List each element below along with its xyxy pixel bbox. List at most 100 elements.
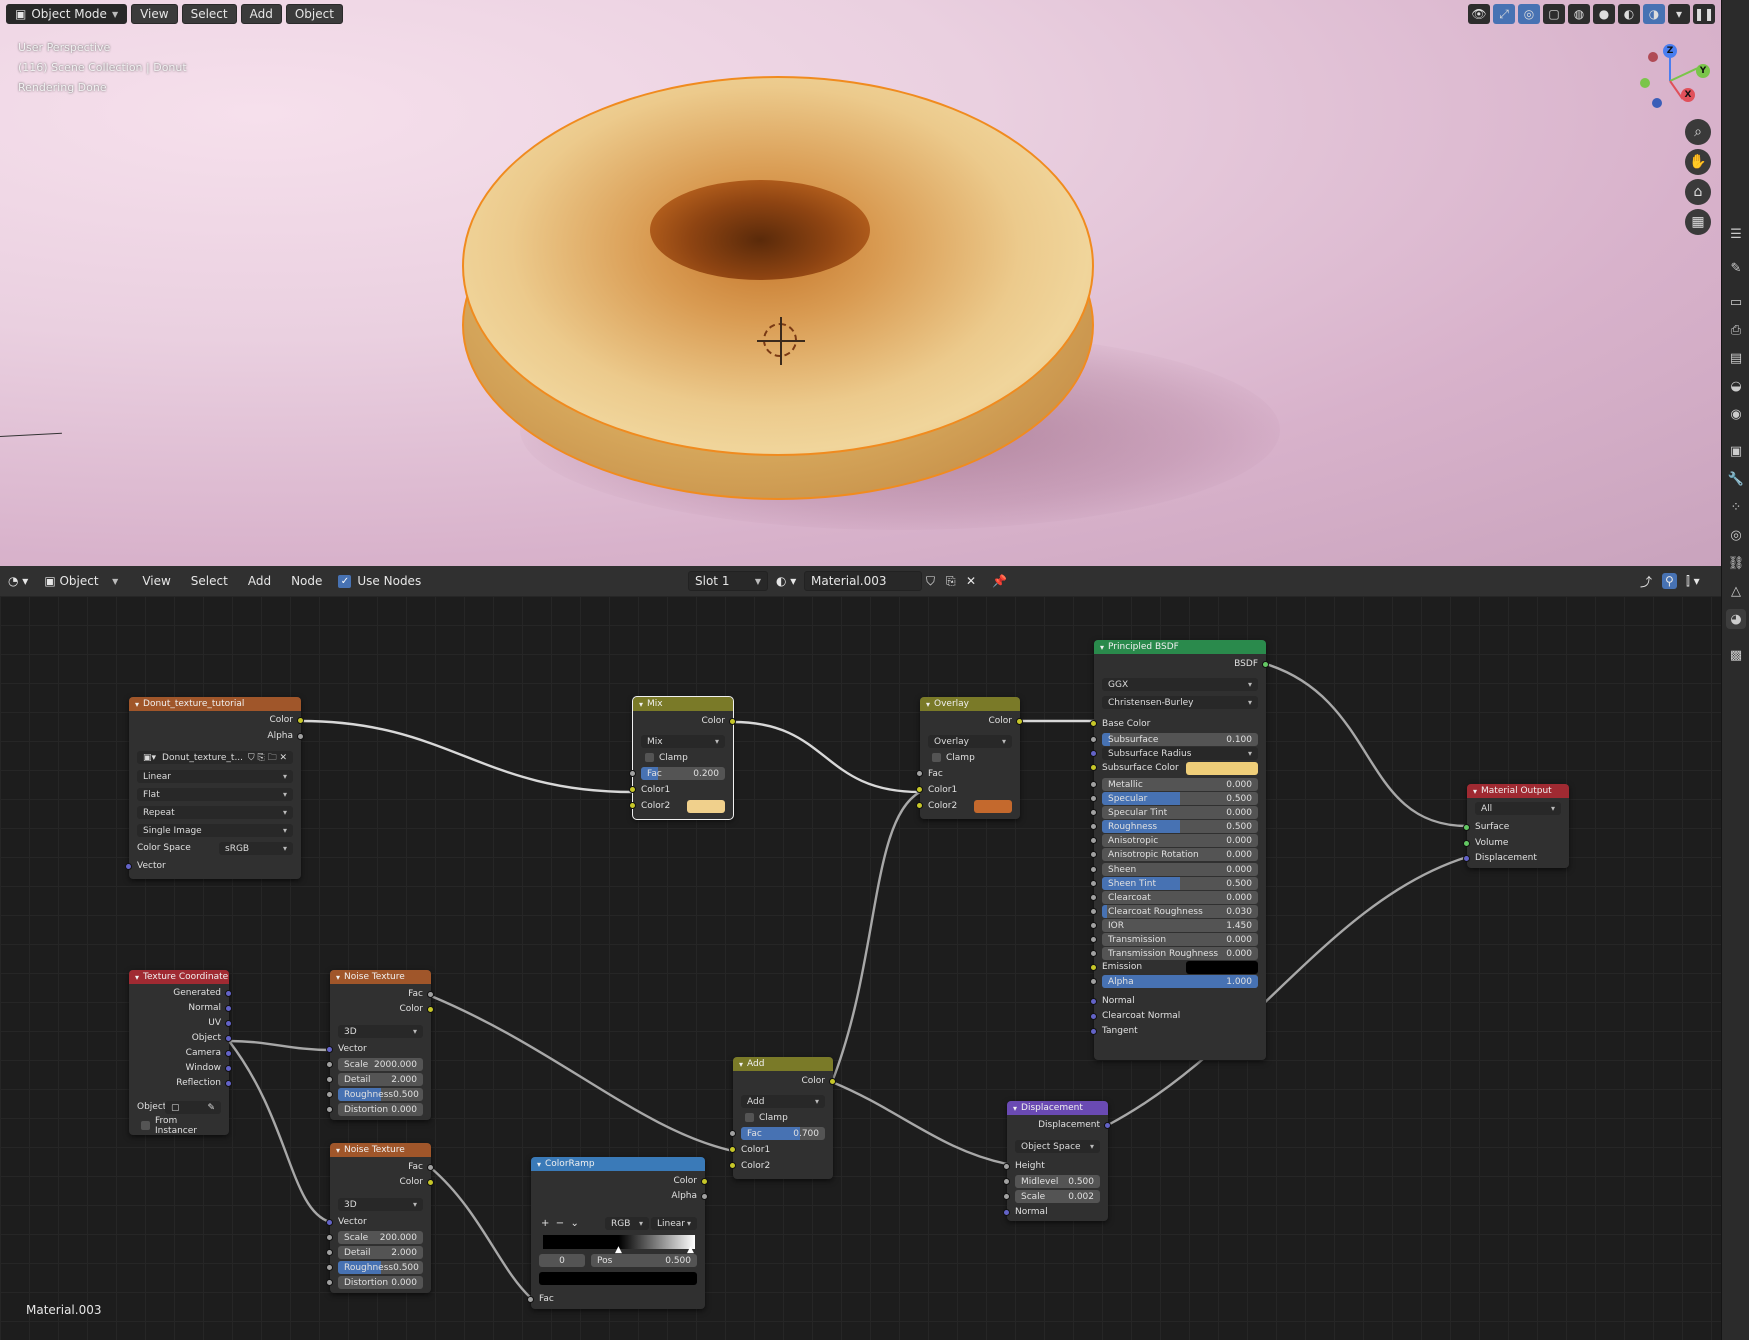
bsdf-output-socket[interactable] [1262, 661, 1269, 668]
reflection-output-socket[interactable] [225, 1080, 232, 1087]
snap-options-icon[interactable]: ⫿ ▾ [1686, 574, 1700, 589]
image-texture-node[interactable]: Donut_texture_tutorial Color Alpha ▣▾ Do… [125, 697, 304, 879]
physics-icon[interactable]: ◎ [1726, 525, 1746, 545]
subsurface-input-socket[interactable] [1090, 736, 1097, 743]
slot-selector[interactable]: Slot 1 ▼ [688, 571, 768, 591]
clearcoat-slider[interactable]: Clearcoat 0.000 [1102, 891, 1258, 904]
add-remove-stop-icons[interactable]: + − ⌄ [541, 1218, 579, 1229]
snap-toggle-icon[interactable]: ⚲ [1662, 573, 1677, 589]
zoom-icon[interactable]: ⌕ [1685, 119, 1711, 145]
camera-view-icon[interactable]: ⌂ [1685, 179, 1711, 205]
node-header[interactable]: ColorRamp [531, 1157, 705, 1171]
node-header[interactable]: Displacement [1007, 1101, 1108, 1115]
roughness-slider[interactable]: Roughness 0.500 [1102, 820, 1258, 833]
neg-x-ball[interactable] [1648, 52, 1658, 62]
eyedropper-icon[interactable]: ✎ [207, 1103, 215, 1113]
fac-slider[interactable]: Fac 0.700 [741, 1127, 825, 1140]
overlay-mix-node[interactable]: Overlay Color Overlay▾ Clamp Fac Color1 … [916, 697, 1023, 819]
pause-render-icon[interactable]: ❚❚ [1693, 4, 1715, 24]
distortion-slider[interactable]: Distortion 0.000 [338, 1276, 423, 1289]
node-header[interactable]: Noise Texture [330, 1143, 431, 1157]
object-icon[interactable]: ▣ [1726, 441, 1746, 461]
z-axis-ball[interactable]: Z [1663, 44, 1677, 58]
subsurface-slider[interactable]: Subsurface 0.100 [1102, 733, 1258, 746]
tool-icon[interactable]: ☰ [1726, 224, 1746, 244]
normal-output-socket[interactable] [225, 1005, 232, 1012]
view-layer-icon[interactable]: ▤ [1726, 348, 1746, 368]
modifier-wrench-icon[interactable]: 🔧 [1726, 469, 1746, 489]
node-header[interactable]: Texture Coordinate [129, 970, 229, 984]
fac-input-socket[interactable] [729, 1130, 736, 1137]
distribution-dropdown[interactable]: GGX ▾ [1102, 678, 1258, 691]
fac-output-socket[interactable] [427, 1164, 434, 1171]
node-menu-select[interactable]: Select [191, 574, 228, 588]
alpha-output-socket[interactable] [297, 733, 304, 740]
color-output-socket[interactable] [297, 717, 304, 724]
unlink-close-icon[interactable]: ✕ [966, 574, 976, 588]
specular-input-socket[interactable] [1090, 795, 1097, 802]
color-output-socket[interactable] [829, 1078, 836, 1085]
xray-icon[interactable]: ▢ [1543, 4, 1565, 24]
object-data-icon[interactable]: △ [1726, 581, 1746, 601]
node-header[interactable]: Noise Texture [330, 970, 431, 984]
editor-type-icon[interactable]: ◔ ▾ [8, 574, 28, 588]
projection-dropdown[interactable]: Flat ▾ [137, 788, 293, 801]
gizmo-toggle-icon[interactable]: ⤢ [1493, 4, 1515, 24]
color-output-socket[interactable] [729, 718, 736, 725]
viewport-menu-view[interactable]: View [131, 4, 178, 24]
navigation-gizmo[interactable]: Z Y X [1630, 42, 1710, 112]
object-selector[interactable]: ▢ ✎ [165, 1101, 221, 1114]
object-output-socket[interactable] [225, 1035, 232, 1042]
anisotropic-rotation-input-socket[interactable] [1090, 851, 1097, 858]
dimensions-dropdown[interactable]: 3D ▾ [338, 1025, 423, 1038]
specular-slider[interactable]: Specular 0.500 [1102, 792, 1258, 805]
roughness-slider[interactable]: Roughness 0.500 [338, 1261, 423, 1274]
sheen-input-socket[interactable] [1090, 866, 1097, 873]
color-output-socket[interactable] [1016, 718, 1023, 725]
render-tools-icon[interactable]: ✎ [1726, 258, 1746, 278]
node-menu-node[interactable]: Node [291, 574, 322, 588]
y-axis-ball[interactable]: Y [1696, 64, 1710, 78]
viewport-menu-object[interactable]: Object [285, 4, 343, 24]
scale-input-socket[interactable] [326, 1061, 333, 1068]
scale-slider[interactable]: Scale 2000.000 [338, 1058, 423, 1071]
overlay-toggle-icon[interactable]: ◎ [1518, 4, 1540, 24]
stop-index-field[interactable]: 0 [539, 1254, 585, 1267]
stop-position-field[interactable]: Pos 0.500 [591, 1254, 697, 1267]
sheen-tint-slider[interactable]: Sheen Tint 0.500 [1102, 877, 1258, 890]
image-selector[interactable]: ▣▾ Donut_texture_t... ⛉ ⎘ 🗀 ✕ [137, 751, 293, 764]
node-header[interactable]: Mix [633, 697, 733, 711]
scale-input-socket[interactable] [1003, 1193, 1010, 1200]
render-icon[interactable]: ▭ [1726, 292, 1746, 312]
color2-swatch[interactable] [687, 800, 725, 813]
node-menu-add[interactable]: Add [248, 574, 271, 588]
metallic-input-socket[interactable] [1090, 781, 1097, 788]
clearcoat-roughness-input-socket[interactable] [1090, 908, 1097, 915]
anisotropic-input-socket[interactable] [1090, 837, 1097, 844]
node-header[interactable]: Overlay [920, 697, 1020, 711]
subsurface-radius-input-socket[interactable] [1090, 750, 1097, 757]
node-header[interactable]: Material Output [1467, 784, 1569, 798]
noise-texture-node-1[interactable]: Noise Texture Fac Color 3D▾ Vector Scale… [326, 970, 434, 1120]
color-ramp-node[interactable]: ColorRamp Color Alpha + − ⌄ RGB▾ Linear▾… [527, 1157, 708, 1309]
anisotropic-slider[interactable]: Anisotropic 0.000 [1102, 834, 1258, 847]
color-space-dropdown[interactable]: sRGB ▾ [219, 842, 293, 855]
distortion-input-socket[interactable] [326, 1279, 333, 1286]
material-browse-icon[interactable]: ◐ ▾ [776, 574, 796, 588]
material-output-node[interactable]: Material Output All▾ Surface Volume Disp… [1463, 784, 1569, 868]
specular-tint-slider[interactable]: Specular Tint 0.000 [1102, 806, 1258, 819]
blend-type-dropdown[interactable]: Overlay ▾ [928, 735, 1012, 748]
midlevel-field[interactable]: Midlevel 0.500 [1015, 1175, 1100, 1188]
transmission-input-socket[interactable] [1090, 936, 1097, 943]
clearcoat-input-socket[interactable] [1090, 894, 1097, 901]
scene-icon[interactable]: ◒ [1726, 376, 1746, 396]
camera-output-socket[interactable] [225, 1050, 232, 1057]
shader-type-selector[interactable]: ▣ Object ▼ [38, 571, 124, 591]
chevron-down-icon[interactable]: ▾ [1668, 4, 1690, 24]
rendered-shading-icon[interactable]: ◑ [1643, 4, 1665, 24]
viewport-menu-select[interactable]: Select [181, 4, 237, 24]
transmission-slider[interactable]: Transmission 0.000 [1102, 933, 1258, 946]
roughness-slider[interactable]: Roughness 0.500 [338, 1088, 423, 1101]
3d-viewport[interactable]: ▣ Object Mode ▼ View Select Add Object 👁… [0, 0, 1721, 566]
wireframe-shading-icon[interactable]: ◍ [1568, 4, 1590, 24]
